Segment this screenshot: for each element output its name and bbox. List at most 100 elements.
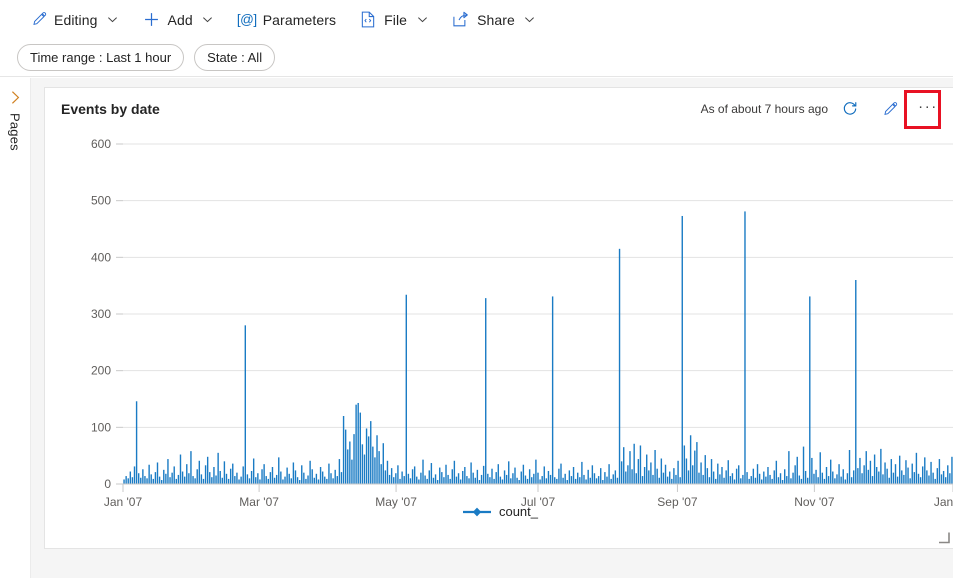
chart-bar [219, 470, 221, 484]
chart-bar [156, 462, 159, 484]
chart-bar [792, 472, 794, 484]
chart-bar [865, 451, 867, 484]
pencil-icon [29, 11, 47, 29]
share-menu-button[interactable]: Share [445, 5, 544, 35]
ellipsis-icon[interactable]: ··· [915, 93, 941, 125]
chart-bar [928, 475, 930, 484]
chart-bar [313, 477, 315, 484]
chart-bar [708, 477, 711, 484]
chart-bar [179, 454, 182, 484]
chart-bar [524, 475, 527, 484]
chart-bar [871, 476, 874, 484]
chart-bar [949, 473, 951, 484]
chart-bar [501, 479, 504, 484]
chart-bar [717, 463, 719, 484]
chart-bar [832, 471, 834, 484]
chart-bar [602, 480, 604, 484]
add-menu-button[interactable]: Add [136, 5, 222, 35]
parameters-button[interactable]: [@] Parameters [231, 5, 343, 35]
chart-bar [449, 478, 451, 484]
chart-bar [192, 476, 194, 484]
chart-bar [767, 467, 769, 484]
chart-bar [213, 467, 215, 484]
chart-bar [819, 452, 821, 484]
legend-item-count[interactable]: count_ [457, 502, 543, 521]
chart-bar [919, 477, 922, 484]
chart-bar [947, 465, 949, 484]
chart-bar [476, 469, 479, 484]
chart-bar [679, 477, 681, 484]
chart-bar [330, 473, 332, 484]
edit-chart-button[interactable] [876, 96, 902, 122]
chart-bar [625, 471, 627, 484]
events-by-date-chart[interactable]: 0100200300400500600Jan '07 Mar '07 May '07… [45, 130, 953, 530]
chart-bar [137, 473, 140, 484]
chart-bar [317, 479, 320, 484]
chart-bar [744, 211, 746, 484]
chart-bar [301, 465, 303, 484]
pages-rail-label: Pages [7, 113, 23, 151]
chart-bar [420, 472, 422, 484]
chart-bar [852, 470, 855, 484]
chart-bar [508, 461, 510, 484]
chart-bar [407, 473, 410, 484]
chart-bar [687, 470, 690, 484]
chart-bar [223, 461, 226, 484]
chart-bar [215, 475, 217, 484]
chart-bar [894, 464, 897, 484]
chart-bar [752, 468, 755, 484]
chart-bar [434, 474, 437, 484]
chart-bar [353, 434, 355, 484]
chart-bar [539, 479, 541, 484]
chart-bar [531, 477, 533, 484]
chart-bar [443, 477, 445, 484]
chart-bar [616, 477, 619, 484]
chart-bar [623, 447, 625, 484]
chart-bar [144, 476, 146, 484]
chart-bar [827, 476, 830, 484]
chart-bar [384, 470, 387, 484]
chart-bar [537, 472, 539, 484]
chart-bar [758, 473, 761, 484]
chart-bar [462, 470, 464, 484]
time-range-filter-pill[interactable]: Time range : Last 1 hour [17, 44, 185, 71]
chart-bar [650, 462, 652, 484]
chart-bar [938, 459, 941, 484]
pages-rail-expander[interactable]: Pages [0, 78, 31, 578]
chart-bar [549, 474, 552, 484]
chart-bar [815, 469, 817, 484]
chart-bar [150, 474, 152, 484]
chart-bar [909, 478, 911, 484]
resize-grip-icon[interactable] [937, 531, 950, 544]
chart-bar [510, 478, 512, 484]
chart-bar [545, 478, 548, 484]
chart-bar [756, 464, 759, 484]
chart-bar [485, 298, 487, 484]
chart-bar [142, 469, 144, 484]
editing-menu-button[interactable]: Editing [22, 5, 127, 35]
chart-bar [610, 478, 612, 484]
chart-bar [284, 476, 286, 484]
chart-bar [731, 473, 734, 484]
chart-bar [595, 478, 598, 484]
chart-bar [940, 474, 943, 484]
chart-bar [696, 442, 698, 484]
chevron-down-icon [106, 13, 120, 27]
refresh-icon[interactable] [837, 96, 863, 122]
y-axis-tick-label: 500 [91, 194, 111, 208]
chart-bar [604, 472, 606, 484]
chart-bar [794, 465, 796, 484]
chart-bar [413, 466, 416, 484]
chart-bar [499, 476, 502, 484]
chart-bar [209, 472, 211, 484]
chart-bar [359, 412, 361, 484]
chart-bar [639, 445, 642, 484]
chart-bar [416, 476, 418, 484]
chevron-down-icon [201, 13, 215, 27]
file-menu-button[interactable]: File [352, 5, 436, 35]
chart-bar [217, 452, 219, 484]
chart-bar [915, 452, 918, 484]
y-axis-tick-label: 200 [91, 364, 111, 378]
chart-bar [917, 473, 920, 484]
state-filter-pill[interactable]: State : All [194, 44, 276, 71]
